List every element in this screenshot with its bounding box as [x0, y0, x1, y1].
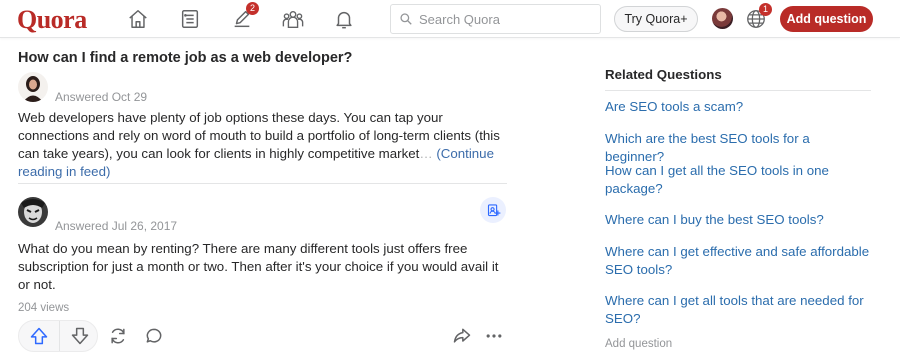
answer-text[interactable]: What do you mean by renting? There are m…: [18, 240, 510, 294]
related-questions-heading: Related Questions: [605, 67, 722, 82]
related-question-link[interactable]: Which are the best SEO tools for a begin…: [605, 130, 871, 166]
search-box[interactable]: [390, 4, 601, 34]
answer-text-fade: …: [419, 146, 433, 161]
question-title[interactable]: How can I find a remote job as a web dev…: [18, 50, 352, 66]
spaces-icon[interactable]: [280, 6, 306, 32]
answer-divider: [18, 183, 507, 184]
following-icon[interactable]: [177, 6, 203, 32]
related-question-link[interactable]: How can I get all the SEO tools in one p…: [605, 162, 871, 198]
home-icon[interactable]: [125, 6, 151, 32]
top-navigation-bar: Quora 2 Try Quora+ 1 Add question: [0, 0, 900, 38]
view-count: 204 views: [18, 302, 70, 314]
bell-icon[interactable]: [331, 6, 357, 32]
language-notification-badge: 1: [759, 3, 772, 16]
related-question-link[interactable]: Where can I buy the best SEO tools?: [605, 211, 871, 229]
share-repost-icon[interactable]: [107, 325, 129, 347]
answer-author-avatar[interactable]: [18, 197, 48, 227]
answer-preview-text[interactable]: Web developers have plenty of job option…: [18, 109, 510, 181]
add-question-button[interactable]: Add question: [780, 6, 873, 32]
add-question-link[interactable]: Add question: [605, 338, 672, 350]
language-globe-icon[interactable]: 1: [745, 3, 772, 30]
answer-author-avatar[interactable]: [18, 72, 48, 102]
comment-icon[interactable]: [143, 325, 165, 347]
search-icon: [400, 13, 412, 25]
search-input[interactable]: [419, 11, 589, 27]
answer-date: Answered Jul 26, 2017: [55, 219, 178, 233]
related-divider: [605, 90, 871, 91]
quora-logo[interactable]: Quora: [17, 5, 87, 35]
related-question-link[interactable]: Where can I get effective and safe affor…: [605, 243, 871, 279]
bookmark-icon[interactable]: [480, 197, 506, 223]
answer-notification-badge: 2: [246, 2, 259, 15]
profile-avatar[interactable]: [712, 8, 733, 29]
more-options-icon[interactable]: [483, 325, 505, 347]
downvote-arrow-icon[interactable]: [59, 321, 99, 351]
upvote-arrow-icon[interactable]: [19, 321, 59, 351]
related-question-link[interactable]: Where can I get all tools that are neede…: [605, 292, 871, 328]
related-question-link[interactable]: Are SEO tools a scam?: [605, 98, 871, 116]
answer-date: Answered Oct 29: [55, 90, 148, 104]
answer-icon[interactable]: 2: [229, 2, 259, 32]
share-arrow-icon[interactable]: [451, 325, 473, 347]
vote-controls: [18, 320, 98, 352]
try-quora-plus-button[interactable]: Try Quora+: [614, 6, 698, 32]
